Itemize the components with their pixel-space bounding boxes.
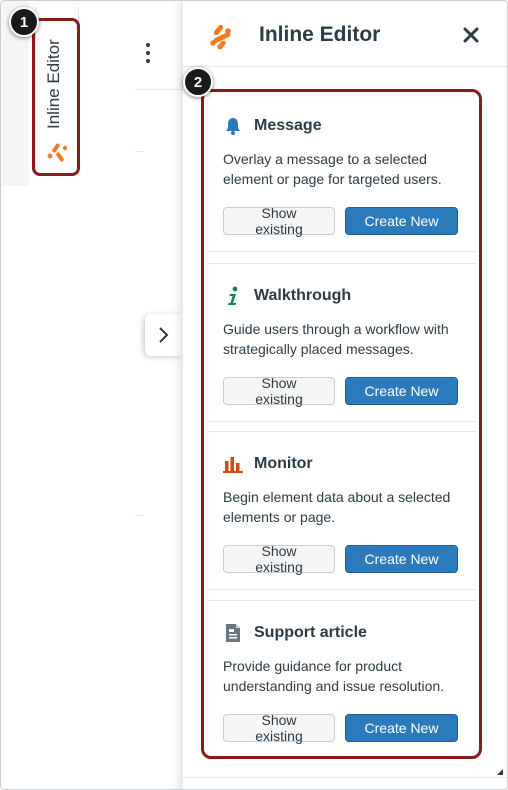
more-options-icon[interactable] [141,41,155,65]
divider [135,89,183,90]
chevron-right-icon [159,327,169,343]
highlight-box-1 [32,18,80,176]
step-badge-1: 1 [9,7,39,37]
divider [135,151,143,152]
collapse-panel-button[interactable] [145,314,183,356]
panel-header: Inline Editor [183,1,507,67]
close-button[interactable] [461,25,481,45]
highlight-box-2 [201,89,482,759]
close-icon [463,27,479,43]
panel-title: Inline Editor [259,23,381,46]
screenshot-frame: Inline Editor 1 Inline Editor Message Ov… [0,0,508,790]
resize-handle-icon[interactable] [497,769,503,775]
page-area: Inline Editor 1 [1,1,183,789]
step-badge-2: 2 [183,67,213,97]
panel-footer [183,777,507,789]
inline-editor-logo-icon [207,21,235,51]
divider [135,515,143,516]
